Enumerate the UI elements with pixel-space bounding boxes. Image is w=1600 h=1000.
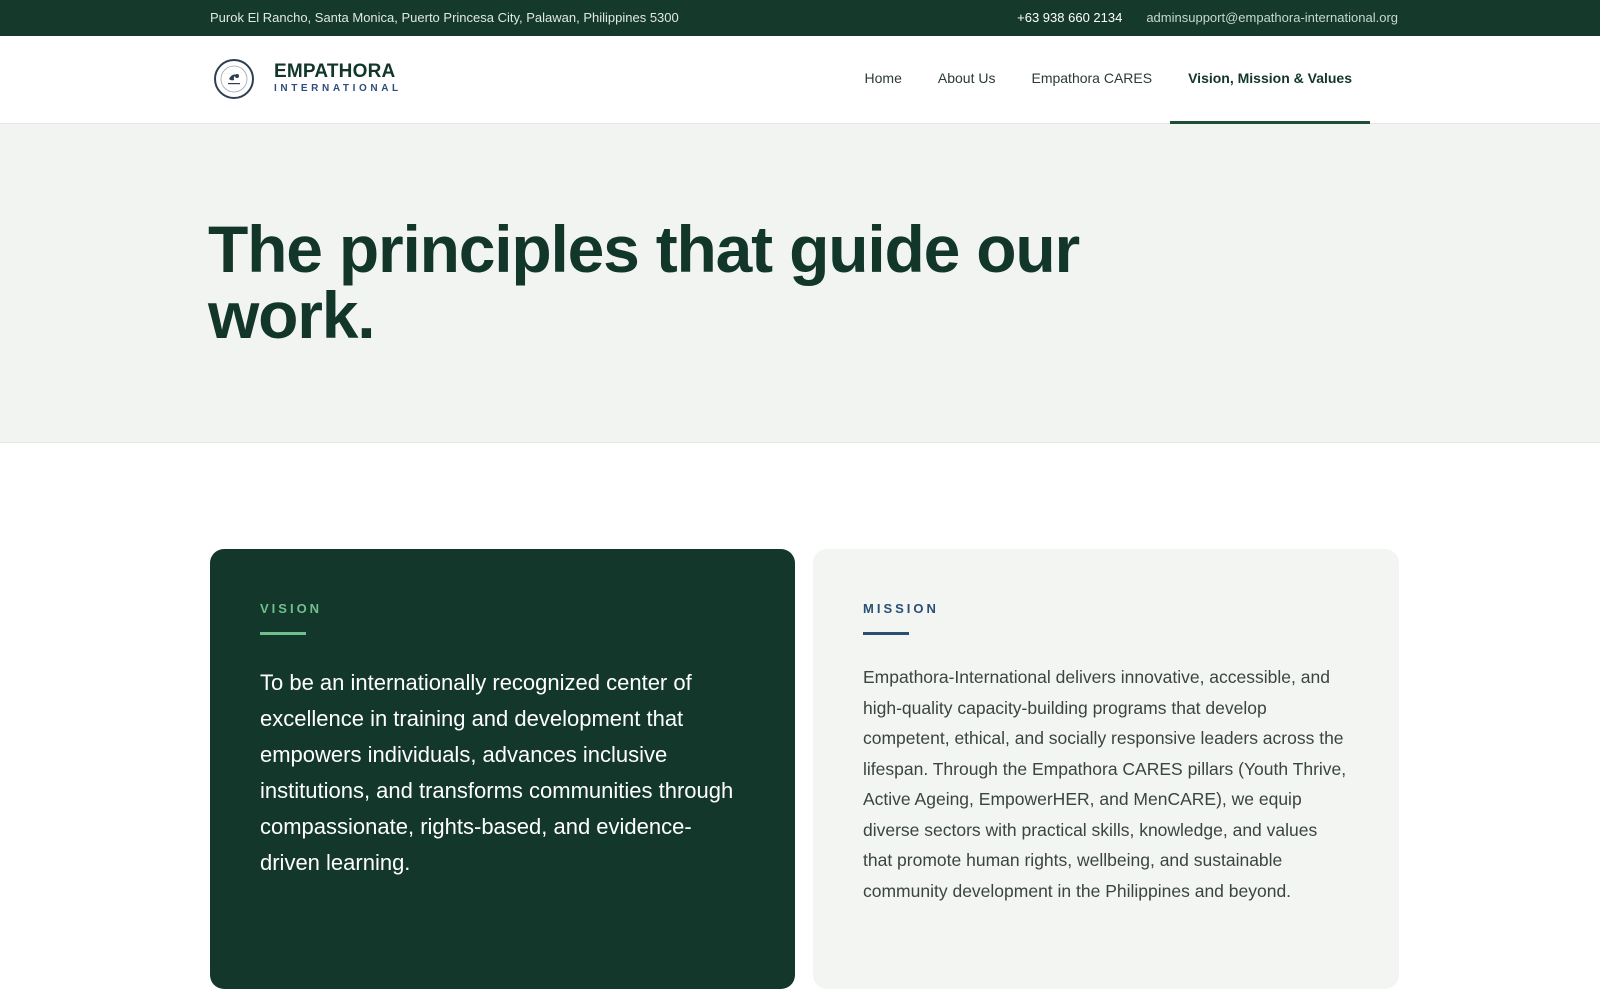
nav-about-us[interactable]: About Us bbox=[920, 36, 1014, 124]
address-text: Purok El Rancho, Santa Monica, Puerto Pr… bbox=[210, 10, 679, 25]
phone-link[interactable]: +63 938 660 2134 bbox=[1017, 10, 1122, 25]
primary-nav: Home About Us Empathora CARES Vision, Mi… bbox=[847, 36, 1370, 124]
brand-subtitle: INTERNATIONAL bbox=[274, 83, 402, 94]
main-navbar: EMPATHORA INTERNATIONAL Home About Us Em… bbox=[0, 36, 1600, 124]
email-link[interactable]: adminsupport@empathora-international.org bbox=[1146, 10, 1398, 25]
mission-label: MISSION bbox=[863, 601, 939, 616]
circular-seal-logo-icon bbox=[214, 59, 254, 99]
mission-card: MISSION Empathora-International delivers… bbox=[813, 549, 1399, 989]
mission-text: Empathora-International delivers innovat… bbox=[863, 667, 1347, 901]
vision-divider bbox=[260, 632, 306, 635]
nav-vision-mission-values[interactable]: Vision, Mission & Values bbox=[1170, 36, 1370, 124]
top-contact-bar: Purok El Rancho, Santa Monica, Puerto Pr… bbox=[0, 0, 1600, 36]
brand-logo[interactable]: EMPATHORA INTERNATIONAL bbox=[214, 59, 402, 99]
brand-wordmark: EMPATHORA INTERNATIONAL bbox=[274, 62, 402, 96]
contact-links: +63 938 660 2134 adminsupport@empathora-… bbox=[1017, 10, 1398, 25]
hero-section: The principles that guide our work. bbox=[0, 124, 1600, 443]
vision-mission-cards: VISION To be an internationally recogniz… bbox=[210, 549, 1399, 989]
mission-divider bbox=[863, 632, 909, 635]
vision-card: VISION To be an internationally recogniz… bbox=[210, 549, 795, 989]
nav-home[interactable]: Home bbox=[847, 36, 920, 124]
vision-text: To be an internationally recognized cent… bbox=[260, 670, 734, 875]
brand-name: EMPATHORA bbox=[274, 61, 396, 82]
page-title: The principles that guide our work. bbox=[208, 212, 1080, 352]
nav-empathora-cares[interactable]: Empathora CARES bbox=[1013, 36, 1170, 124]
vision-label: VISION bbox=[260, 601, 323, 616]
